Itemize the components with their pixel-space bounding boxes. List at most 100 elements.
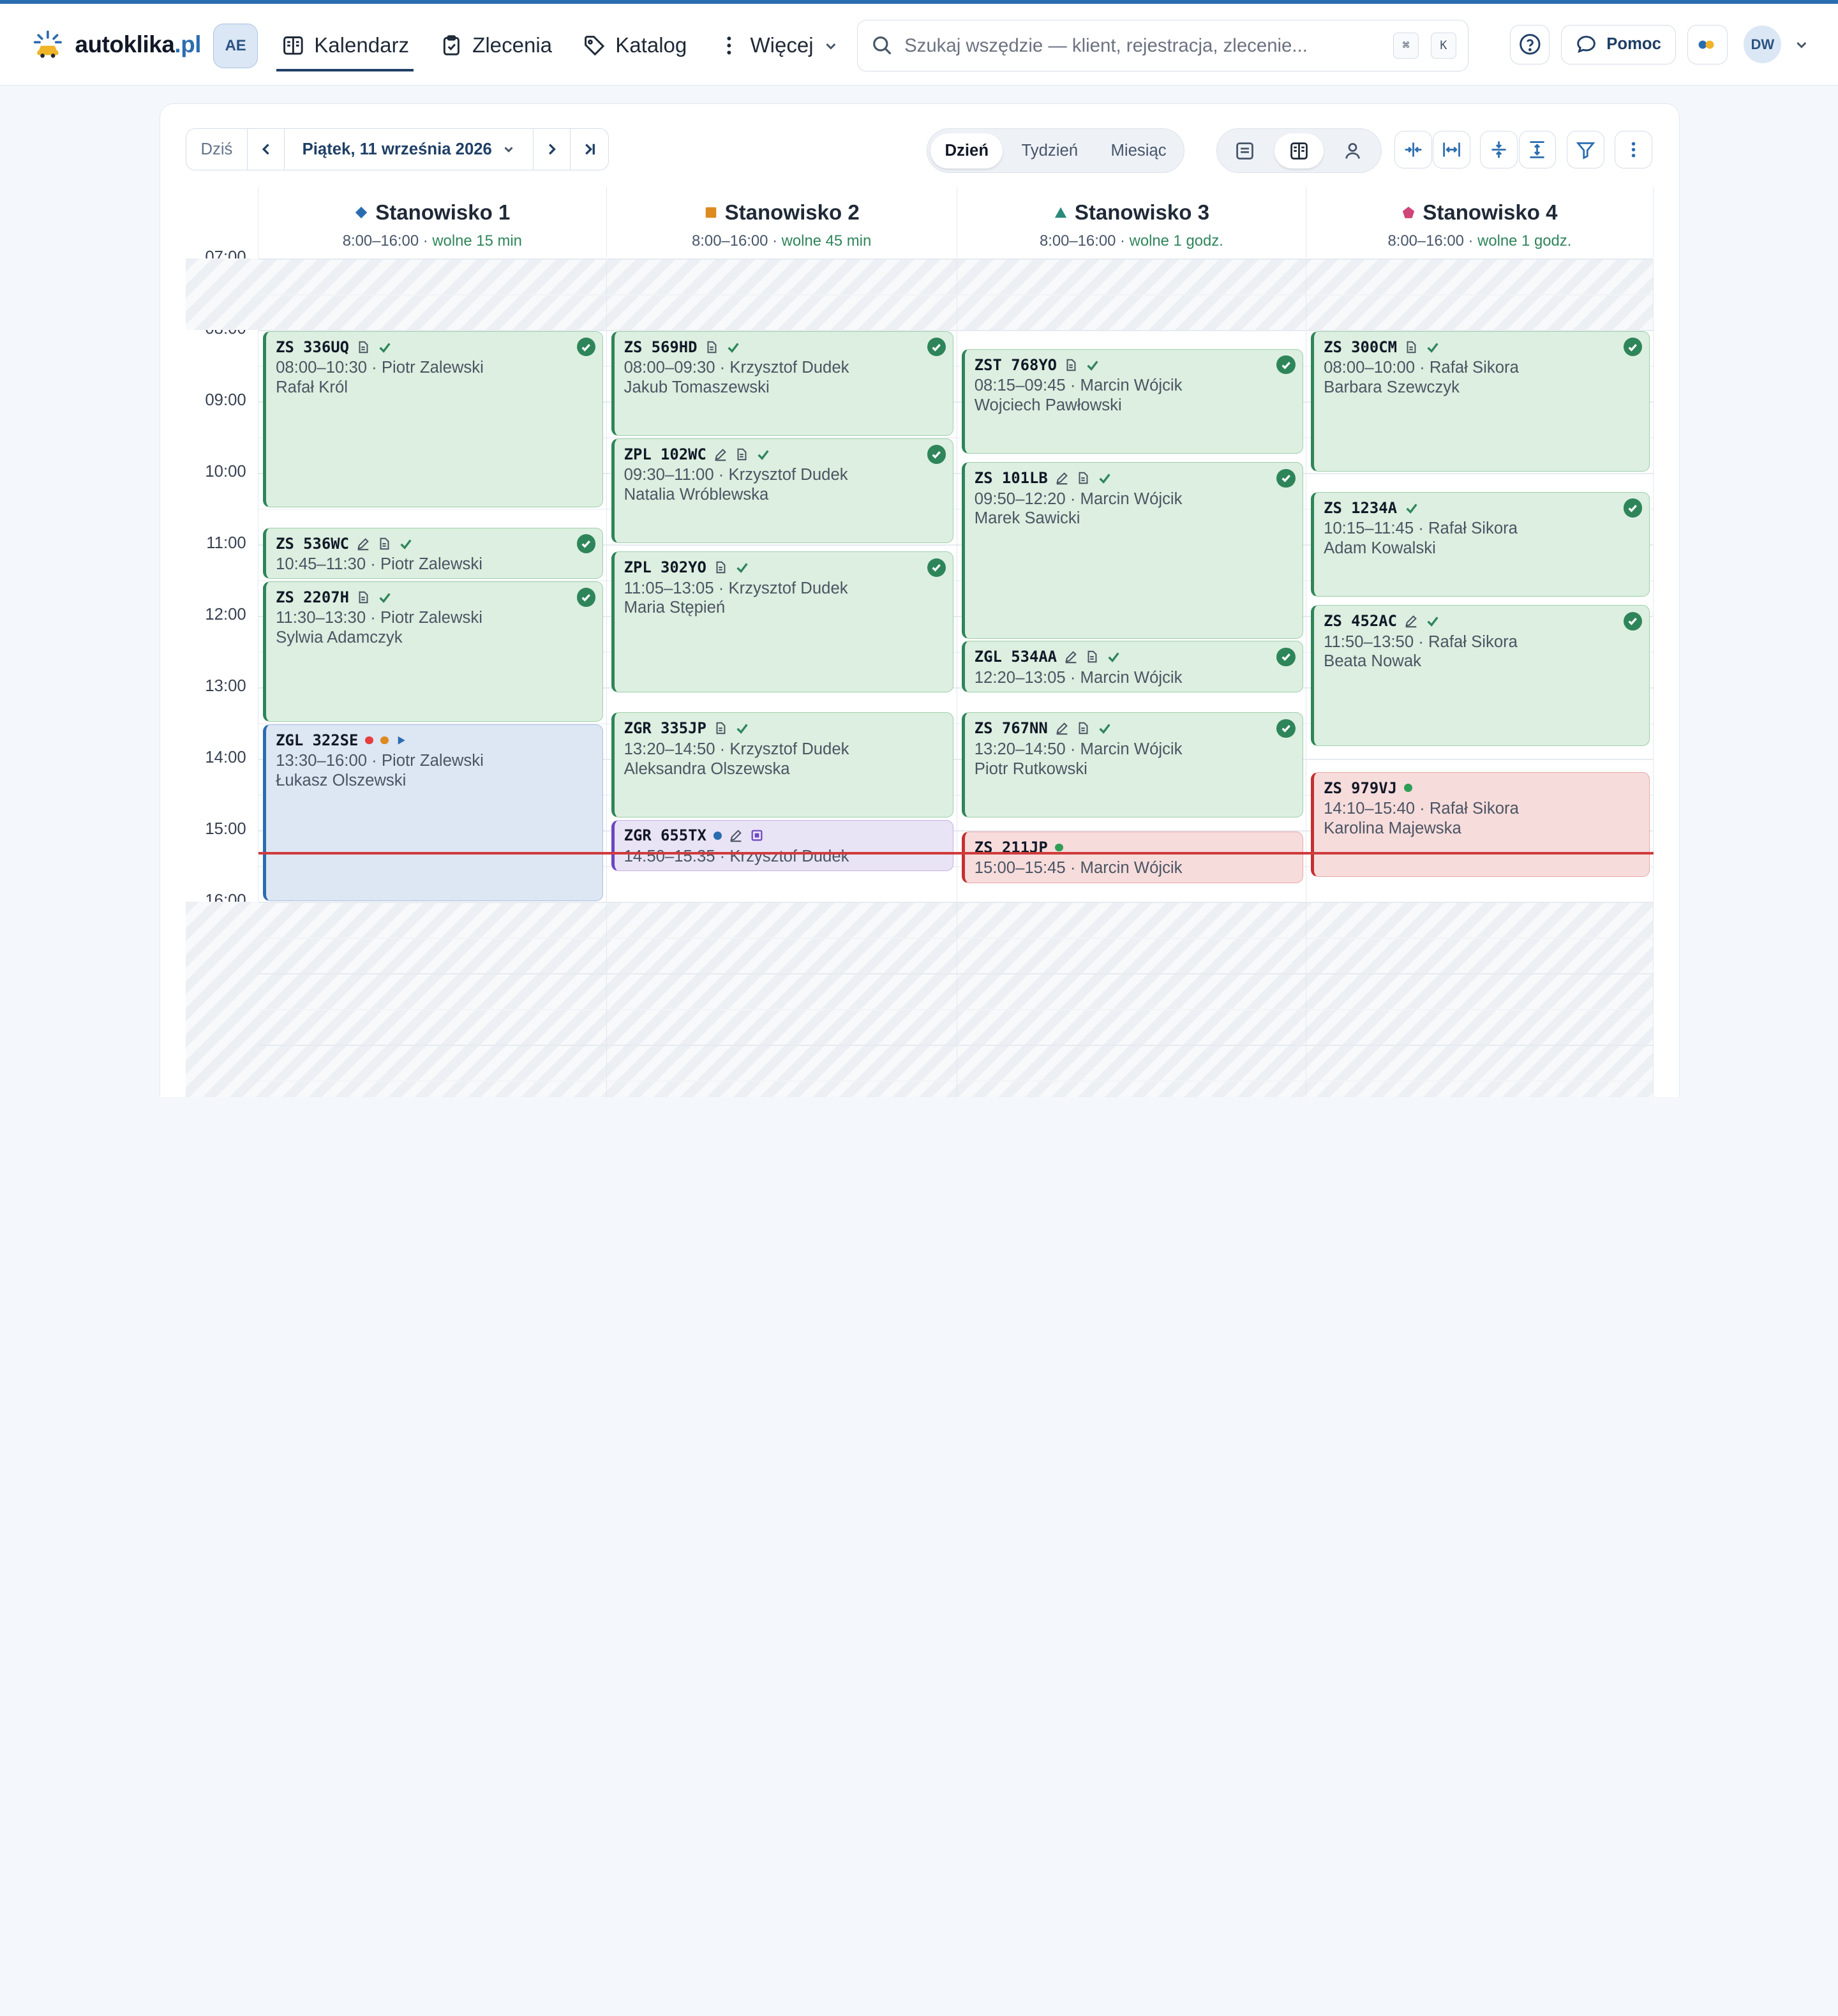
appointment-time-mechanic: 08:00–10:30 · Piotr Zalewski — [276, 359, 593, 377]
appointment-mechanic: Marcin Wójcik — [1080, 740, 1183, 758]
checkmark-icon — [377, 590, 392, 605]
separator-dot: · — [1065, 377, 1080, 395]
separator-dot: · — [1116, 232, 1130, 250]
nav-calendar[interactable]: Kalendarz — [276, 22, 414, 71]
appointment-card[interactable]: ZPL 102WC 09:30–11:00 · Krzysztof Dudek Na… — [611, 438, 954, 544]
user-avatar[interactable]: DW — [1744, 26, 1782, 64]
today-button[interactable]: Dziś — [186, 129, 248, 170]
current-date: Piątek, 11 września 2026 — [302, 140, 492, 158]
appointment-card[interactable]: ZS 2207H 11:30–13:30 · Piotr Zalewski Sylw… — [263, 581, 604, 722]
station-hours-range: 8:00–16:00 — [1039, 232, 1116, 250]
appointment-card[interactable]: ZS 569HD 08:00–09:30 · Krzysztof Dudek Jak… — [611, 331, 954, 437]
logo[interactable]: autoklika.pl — [33, 29, 202, 60]
jump-to-end-button[interactable] — [571, 129, 608, 170]
station-title[interactable]: Stanowisko 1 — [258, 201, 606, 225]
appointment-time: 10:45–11:30 — [276, 555, 366, 574]
checkmark-icon — [735, 721, 750, 736]
appointment-card[interactable]: ZS 767NN 13:20–14:50 · Marcin Wójcik Piotr… — [962, 712, 1303, 818]
appointment-card[interactable]: ZGL 322SE 13:30–16:00 · Piotr Zalewski Łuk… — [263, 724, 604, 901]
global-search[interactable]: ⌘ K — [856, 20, 1469, 72]
appointment-time-mechanic: 10:45–11:30 · Piotr Zalewski — [276, 555, 593, 574]
chevron-down-icon[interactable] — [1793, 36, 1810, 53]
document-icon — [1076, 471, 1090, 485]
checkmark-icon — [377, 340, 392, 355]
appointment-card[interactable]: ZS 336UQ 08:00–10:30 · Piotr Zalewski Rafa… — [263, 331, 604, 508]
appointment-card[interactable]: ZS 536WC 10:45–11:30 · Piotr Zalewski — [263, 528, 604, 579]
appointment-card[interactable]: ZS 300CM 08:00–10:00 · Rafał Sikora Barbar… — [1311, 331, 1650, 472]
appointment-card[interactable]: ZS 101LB 09:50–12:20 · Marcin Wójcik Marek… — [962, 462, 1303, 639]
collapse-horizontal-button[interactable] — [1394, 130, 1432, 168]
separator-dot: · — [715, 359, 730, 377]
checkmark-icon — [1404, 500, 1419, 516]
appointment-client: Łukasz Olszewski — [276, 772, 407, 790]
pentagon-marker-icon — [1401, 201, 1416, 225]
appointment-plate: ZPL 302YO — [624, 557, 944, 578]
plate-number: ZGR 335JP — [624, 719, 706, 738]
appointment-time: 09:50–12:20 — [974, 489, 1066, 508]
station-title[interactable]: Stanowisko 4 — [1306, 201, 1653, 225]
search-input[interactable] — [904, 34, 1382, 57]
station-title[interactable]: Stanowisko 2 — [607, 201, 957, 225]
appointment-mechanic: Piotr Zalewski — [380, 555, 482, 574]
appointment-client: Piotr Rutkowski — [974, 759, 1087, 778]
plate-number: ZGR 655TX — [624, 826, 706, 845]
appointment-time: 12:20–13:05 — [974, 668, 1066, 687]
appointment-card[interactable]: ZS 452AC 11:50–13:50 · Rafał Sikora Beata … — [1311, 605, 1650, 746]
appointment-plate: ZS 452AC — [1324, 611, 1640, 632]
appointment-card[interactable]: ZPL 302YO 11:05–13:05 · Krzysztof Dudek Ma… — [611, 551, 954, 692]
appointment-time: 14:50–15:35 — [624, 847, 715, 865]
completed-check-icon — [1276, 719, 1296, 738]
completed-check-icon — [1276, 647, 1296, 666]
date-picker[interactable]: Piątek, 11 września 2026 — [285, 129, 534, 170]
appointment-card[interactable]: ZS 979VJ 14:10–15:40 · Rafał Sikora Karoli… — [1311, 772, 1650, 877]
appointment-card[interactable]: ZGR 335JP 13:20–14:50 · Krzysztof Dudek Al… — [611, 712, 954, 818]
layout-person-button[interactable] — [1328, 133, 1377, 168]
diamond-marker-icon — [354, 201, 368, 225]
station-title[interactable]: Stanowisko 3 — [957, 201, 1306, 225]
time-label: 12:00 — [205, 605, 246, 623]
appointment-client: Adam Kowalski — [1324, 539, 1436, 558]
appointment-card[interactable]: ZS 211JP 15:00–15:45 · Marcin Wójcik — [962, 832, 1303, 883]
appointment-card[interactable]: ZST 768YO 08:15–09:45 · Marcin Wójcik Wojc… — [962, 348, 1303, 454]
collapse-vertical-button[interactable] — [1479, 130, 1518, 168]
station-hours-range: 8:00–16:00 — [342, 232, 419, 250]
separator-dot: · — [715, 740, 730, 758]
help-button[interactable]: Pomoc — [1561, 24, 1676, 64]
appointment-time-mechanic: 12:20–13:05 · Marcin Wójcik — [975, 669, 1293, 687]
next-day-button[interactable] — [534, 129, 571, 170]
expand-horizontal-button[interactable] — [1433, 130, 1471, 168]
main-nav: Kalendarz Zlecenia Katalog Więcej — [276, 22, 844, 71]
expand-vertical-button[interactable] — [1518, 130, 1557, 168]
appointment-plate: ZGL 322SE — [276, 729, 593, 750]
layout-list-button[interactable] — [1220, 133, 1269, 168]
separator-dot: · — [1414, 519, 1428, 538]
appointment-plate: ZST 768YO — [975, 354, 1293, 375]
layout-columns-button[interactable] — [1274, 133, 1324, 168]
top-bar: autoklika.pl AE Kalendarz Zlecenia Katal… — [0, 3, 1838, 86]
appointment-plate: ZS 767NN — [975, 718, 1293, 739]
appointment-card[interactable]: ZGR 655TX 14:50–15:35 · Krzysztof Dudek — [611, 819, 954, 871]
filter-button[interactable] — [1566, 130, 1604, 168]
help-label: Pomoc — [1606, 35, 1661, 54]
station-hours-range: 8:00–16:00 — [692, 232, 768, 250]
plate-number: ZST 768YO — [974, 355, 1057, 374]
appointment-card[interactable]: ZS 1234A 10:15–11:45 · Rafał Sikora Adam K… — [1311, 492, 1650, 597]
appointment-client: Beata Nowak — [1324, 652, 1421, 671]
help-circle-button[interactable] — [1509, 24, 1550, 64]
prev-day-button[interactable] — [248, 129, 285, 170]
nav-more[interactable]: Więcej — [713, 22, 844, 69]
nav-orders[interactable]: Zlecenia — [435, 22, 557, 69]
appointment-mechanic: Piotr Zalewski — [381, 752, 484, 770]
view-day[interactable]: Dzień — [930, 133, 1003, 168]
theme-toggle-button[interactable] — [1687, 24, 1728, 64]
kbd-k: K — [1430, 33, 1457, 59]
appointment-card[interactable]: ZGL 534AA 12:20–13:05 · Marcin Wójcik — [962, 641, 1303, 692]
workspace-badge[interactable]: AE — [213, 23, 258, 68]
view-month[interactable]: Miesiąc — [1096, 133, 1180, 168]
checkmark-icon — [398, 536, 414, 551]
logo-text: autoklika.pl — [75, 31, 202, 57]
appointment-time: 15:00–15:45 — [974, 859, 1066, 877]
nav-catalog[interactable]: Katalog — [578, 22, 691, 69]
more-options-button[interactable] — [1615, 130, 1652, 168]
view-week[interactable]: Tydzień — [1007, 133, 1092, 168]
